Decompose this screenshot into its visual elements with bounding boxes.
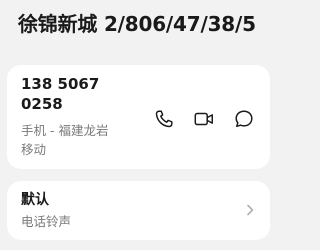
phone-icon [155, 110, 173, 128]
video-icon [194, 112, 213, 126]
phone-actions [152, 107, 256, 131]
ringtone-value: 默认 [21, 192, 49, 208]
phone-carrier: 移动 [21, 142, 47, 157]
phone-label: 手机 - 福建龙岩 [21, 123, 109, 138]
phone-meta: 手机 - 福建龙岩 移动 [21, 121, 141, 159]
contact-name: 徐锦新城 2/806/47/38/5 [18, 12, 256, 36]
phone-number[interactable]: 138 5067 0258 [21, 74, 131, 114]
ringtone-label: 电话铃声 [21, 214, 72, 229]
phone-card[interactable]: 138 5067 0258 手机 - 福建龙岩 移动 [7, 65, 270, 169]
message-icon [235, 110, 253, 128]
video-call-button[interactable] [192, 107, 216, 131]
ringtone-card[interactable]: 默认 电话铃声 [7, 181, 270, 240]
chevron-right-icon [247, 204, 254, 216]
call-button[interactable] [152, 107, 176, 131]
message-button[interactable] [232, 107, 256, 131]
